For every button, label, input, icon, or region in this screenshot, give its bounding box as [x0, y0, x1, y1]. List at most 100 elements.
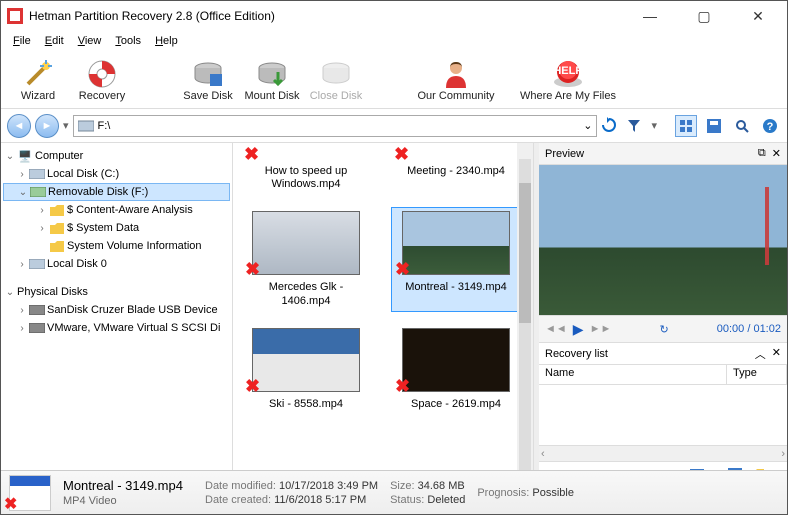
menu-edit[interactable]: Edit — [39, 33, 70, 49]
folder-icon — [49, 239, 65, 253]
refresh-button[interactable] — [601, 117, 619, 135]
tree-local-0[interactable]: ›Local Disk 0 — [3, 255, 230, 273]
help-button[interactable]: ? — [759, 115, 781, 137]
address-bar: ◄ ► ▾ F:\ ⌄ ▾ ? — [1, 109, 787, 143]
col-type[interactable]: Type — [727, 365, 787, 384]
minimize-button[interactable]: — — [633, 8, 667, 25]
tree-vmware[interactable]: ›VMware, VMware Virtual S SCSI Di — [3, 319, 230, 337]
right-panel: Preview ⧉✕ ◄◄ ▶ ►► ↻ 00:00 / 01:02 Recov… — [539, 143, 787, 487]
tree-local-c[interactable]: ›Local Disk (C:) — [3, 165, 230, 183]
computer-icon: 🖥️ — [17, 149, 33, 163]
content-scrollbar[interactable] — [517, 143, 533, 487]
file-item[interactable]: ✖ Mercedes Glk - 1406.mp4 — [241, 207, 371, 311]
main-area: ⌄🖥️Computer ›Local Disk (C:) ⌄Removable … — [1, 143, 787, 487]
tree-system-data[interactable]: ›$ System Data — [3, 219, 230, 237]
preview-close-icon[interactable]: ✕ — [772, 147, 781, 160]
lifebuoy-icon — [86, 58, 118, 90]
file-item[interactable]: ✖ Meeting - 2340.mp4 — [391, 147, 521, 195]
address-input[interactable]: F:\ ⌄ — [73, 115, 598, 137]
tree-content-aware[interactable]: ›$ Content-Aware Analysis — [3, 201, 230, 219]
file-grid[interactable]: ✖ How to speed up Windows.mp4 ✖ Meeting … — [233, 143, 534, 487]
filter-button[interactable] — [623, 115, 645, 137]
maximize-button[interactable]: ▢ — [687, 8, 721, 25]
deleted-badge-icon: ✖ — [395, 259, 410, 280]
save-view-button[interactable] — [703, 115, 725, 137]
nav-dropdown[interactable]: ▾ — [63, 119, 69, 132]
recovery-hscroll[interactable]: ‹› — [539, 445, 787, 461]
menu-help[interactable]: Help — [149, 33, 184, 49]
person-icon — [440, 58, 472, 90]
view-thumbnails-button[interactable] — [675, 115, 697, 137]
preview-image — [539, 165, 787, 315]
usb-drive-icon — [30, 185, 46, 199]
app-icon — [7, 8, 23, 24]
play-button[interactable]: ▶ — [573, 321, 584, 338]
file-item[interactable]: ✖ How to speed up Windows.mp4 — [241, 147, 371, 195]
title-bar: Hetman Partition Recovery 2.8 (Office Ed… — [1, 1, 787, 31]
disk-icon — [29, 321, 45, 335]
drive-icon — [78, 120, 94, 132]
file-item[interactable]: ✖ Space - 2619.mp4 — [391, 324, 521, 415]
status-file-icon: ✖ — [9, 475, 51, 511]
loop-button[interactable]: ↻ — [659, 323, 668, 336]
recovery-list-columns: Name Type — [539, 365, 787, 385]
forward-button[interactable]: ► — [35, 114, 59, 138]
recovery-list-header: Recovery list ︿✕ — [539, 343, 787, 365]
collapse-icon[interactable]: ︿ — [755, 346, 766, 362]
tree-sandisk[interactable]: ›SanDisk Cruzer Blade USB Device — [3, 301, 230, 319]
menu-bar: File Edit View Tools Help — [1, 31, 787, 51]
preview-header: Preview ⧉✕ — [539, 143, 787, 165]
disk-icon — [29, 303, 45, 317]
close-disk-button: Close Disk — [305, 58, 367, 102]
drive-icon — [29, 257, 45, 271]
folder-icon — [49, 203, 65, 217]
folder-tree: ⌄🖥️Computer ›Local Disk (C:) ⌄Removable … — [1, 143, 233, 487]
media-controls: ◄◄ ▶ ►► ↻ 00:00 / 01:02 — [539, 315, 787, 343]
status-bar: ✖ Montreal - 3149.mp4 MP4 Video Date mod… — [1, 470, 787, 514]
tree-removable-f[interactable]: ⌄Removable Disk (F:) — [3, 183, 230, 201]
window-title: Hetman Partition Recovery 2.8 (Office Ed… — [29, 9, 275, 23]
deleted-badge-icon: ✖ — [244, 144, 259, 165]
folder-icon — [49, 221, 65, 235]
file-item-selected[interactable]: ✖ Montreal - 3149.mp4 — [391, 207, 521, 311]
disk-mount-icon — [256, 58, 288, 90]
recovery-button[interactable]: Recovery — [71, 58, 133, 102]
close-button[interactable]: ✕ — [741, 8, 775, 25]
col-name[interactable]: Name — [539, 365, 727, 384]
search-button[interactable] — [731, 115, 753, 137]
menu-view[interactable]: View — [72, 33, 108, 49]
tree-computer[interactable]: ⌄🖥️Computer — [3, 147, 230, 165]
community-button[interactable]: Our Community — [401, 58, 511, 102]
drive-icon — [29, 167, 45, 181]
wizard-button[interactable]: Wizard — [7, 58, 69, 102]
status-filetype: MP4 Video — [63, 495, 193, 507]
deleted-badge-icon: ✖ — [245, 376, 260, 397]
back-button[interactable]: ◄ — [7, 114, 31, 138]
status-filename: Montreal - 3149.mp4 — [63, 478, 193, 493]
where-files-button[interactable]: HELP Where Are My Files — [513, 58, 623, 102]
recovery-list-body[interactable] — [539, 385, 787, 445]
prev-track-button[interactable]: ◄◄ — [545, 323, 567, 335]
red-button-icon: HELP — [552, 58, 584, 90]
svg-text:HELP: HELP — [553, 65, 582, 77]
next-track-button[interactable]: ►► — [590, 323, 612, 335]
address-path: F:\ — [98, 120, 111, 132]
save-disk-button[interactable]: Save Disk — [177, 58, 239, 102]
tree-physical[interactable]: ⌄Physical Disks — [3, 283, 230, 301]
disk-save-icon — [192, 58, 224, 90]
tree-svi[interactable]: System Volume Information — [3, 237, 230, 255]
wand-icon — [22, 58, 54, 90]
main-toolbar: Wizard Recovery Save Disk Mount Disk Clo… — [1, 51, 787, 109]
deleted-badge-icon: ✖ — [4, 494, 17, 514]
deleted-badge-icon: ✖ — [395, 376, 410, 397]
file-item[interactable]: ✖ Ski - 8558.mp4 — [241, 324, 371, 415]
mount-disk-button[interactable]: Mount Disk — [241, 58, 303, 102]
recovery-close-icon[interactable]: ✕ — [772, 346, 781, 362]
preview-popout-icon[interactable]: ⧉ — [758, 147, 766, 160]
deleted-badge-icon: ✖ — [394, 144, 409, 165]
svg-text:?: ? — [767, 121, 774, 133]
address-dropdown[interactable]: ⌄ — [583, 119, 592, 132]
playback-time: 00:00 / 01:02 — [717, 323, 781, 335]
menu-file[interactable]: File — [7, 33, 37, 49]
menu-tools[interactable]: Tools — [109, 33, 147, 49]
